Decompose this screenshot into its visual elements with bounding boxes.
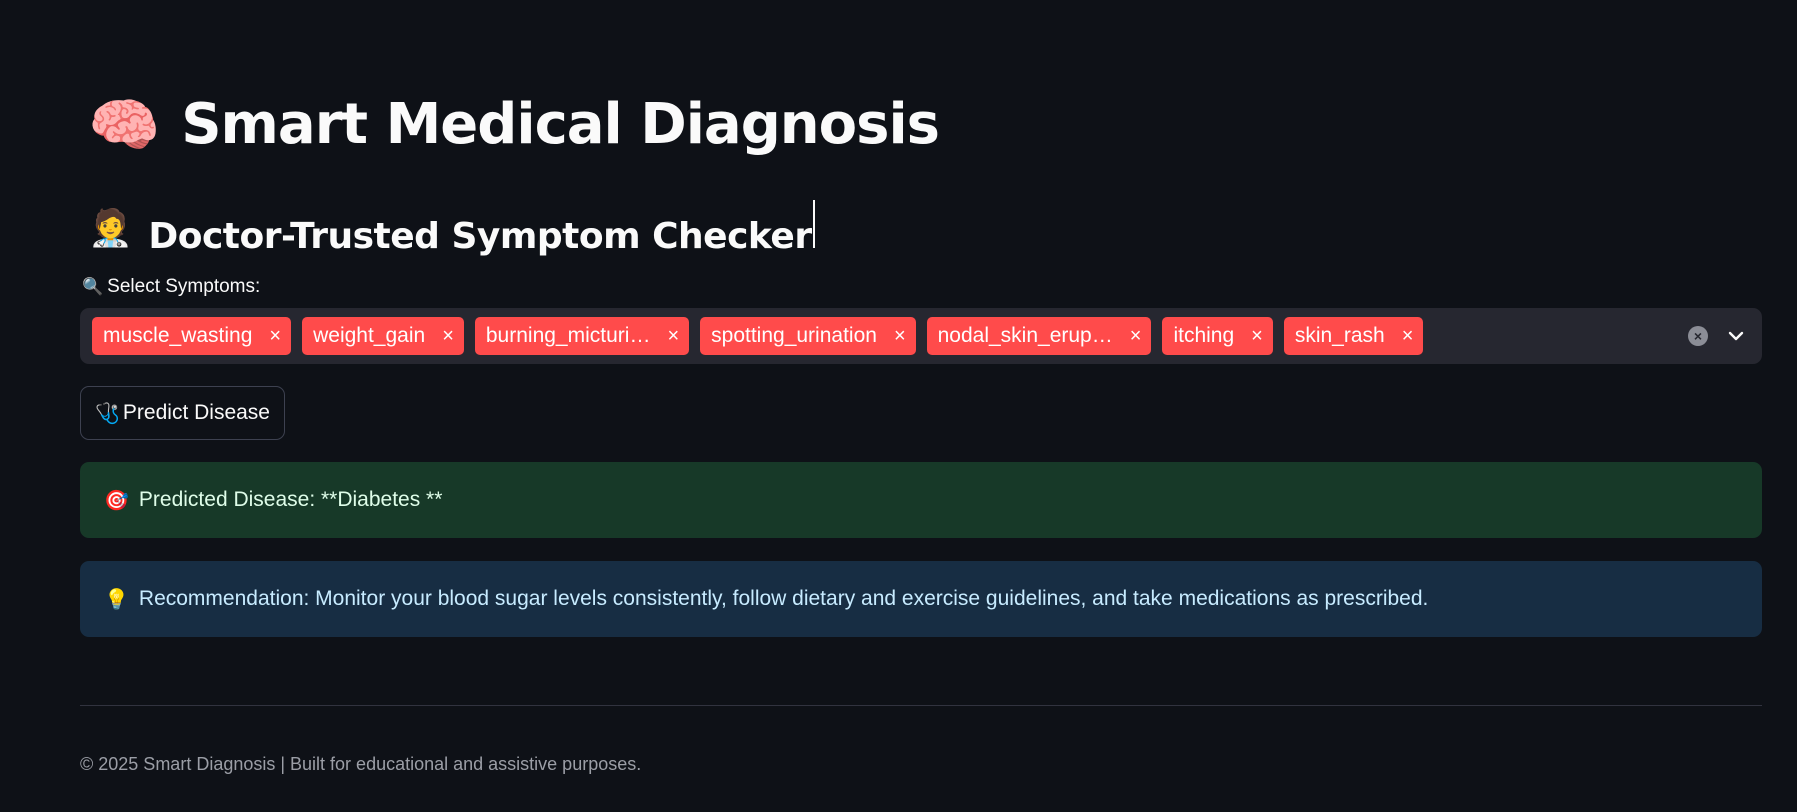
symptom-tag-label: spotting_urination [711,324,877,347]
footer-text: © 2025 Smart Diagnosis | Built for educa… [80,754,642,774]
remove-tag-icon[interactable]: × [667,326,679,346]
symptom-tag: skin_rash × [1283,317,1424,355]
remove-tag-icon[interactable]: × [269,326,281,346]
selected-tags: muscle_wasting × weight_gain × burning_mictu… [92,317,1434,355]
remove-tag-icon[interactable]: × [894,326,906,346]
symptoms-multiselect[interactable]: muscle_wasting × weight_gain × burning_mictu… [80,308,1762,364]
symptom-tag: weight_gain × [302,317,464,355]
symptom-tag: burning_micturi… × [474,317,690,355]
symptom-tag-label: burning_micturi… [485,324,651,347]
symptom-tag: nodal_skin_erup… × [926,317,1152,355]
symptom-tag: itching × [1162,317,1273,355]
remove-tag-icon[interactable]: × [1130,326,1142,346]
recommendation-box: 💡 Recommendation: Monitor your blood sug… [80,561,1762,637]
symptom-tag-label: skin_rash [1294,324,1385,347]
target-icon: 🎯 [104,489,129,512]
stethoscope-icon: 🩺 [95,402,120,425]
chevron-down-icon[interactable] [1728,331,1744,341]
search-icon: 🔍 [82,277,104,296]
page-subtitle-text: Doctor-Trusted Symptom Checker [148,200,815,257]
prediction-text: Predicted Disease: **Diabetes ** [138,488,443,511]
symptoms-label-text: Select Symptoms: [107,276,261,297]
symptom-tag: spotting_urination × [700,317,916,355]
multiselect-controls: × [1688,308,1744,364]
symptom-tag-label: weight_gain [313,324,426,347]
remove-tag-icon[interactable]: × [442,326,454,346]
symptoms-label: 🔍 Select Symptoms: [82,276,260,298]
symptom-tag-label: muscle_wasting [103,324,253,347]
subtitle-label: Doctor-Trusted Symptom Checker [148,216,812,257]
remove-tag-icon[interactable]: × [1402,326,1414,346]
predict-disease-button[interactable]: 🩺 Predict Disease [80,386,285,440]
lightbulb-icon: 💡 [104,588,129,611]
page-title: 🧠 Smart Medical Diagnosis [88,90,940,159]
doctor-icon: 🧑‍⚕️ [88,207,133,249]
symptom-tag: muscle_wasting × [92,317,292,355]
remove-tag-icon[interactable]: × [1251,326,1263,346]
recommendation-text: Recommendation: Monitor your blood sugar… [138,587,1429,610]
text-caret [812,200,815,248]
prediction-result: 🎯 Predicted Disease: **Diabetes ** [80,462,1762,538]
symptom-tag-label: nodal_skin_erup… [937,324,1113,347]
clear-all-icon[interactable]: × [1688,326,1708,346]
symptom-tag-label: itching [1173,324,1235,347]
footer-divider [80,705,1762,706]
brain-icon: 🧠 [88,90,160,159]
page-subtitle: 🧑‍⚕️ Doctor-Trusted Symptom Checker [88,200,815,257]
app-root: 🧠 Smart Medical Diagnosis 🧑‍⚕️ Doctor-Tr… [0,0,1797,812]
page-title-text: Smart Medical Diagnosis [181,92,940,157]
predict-button-label: Predict Disease [122,401,270,424]
